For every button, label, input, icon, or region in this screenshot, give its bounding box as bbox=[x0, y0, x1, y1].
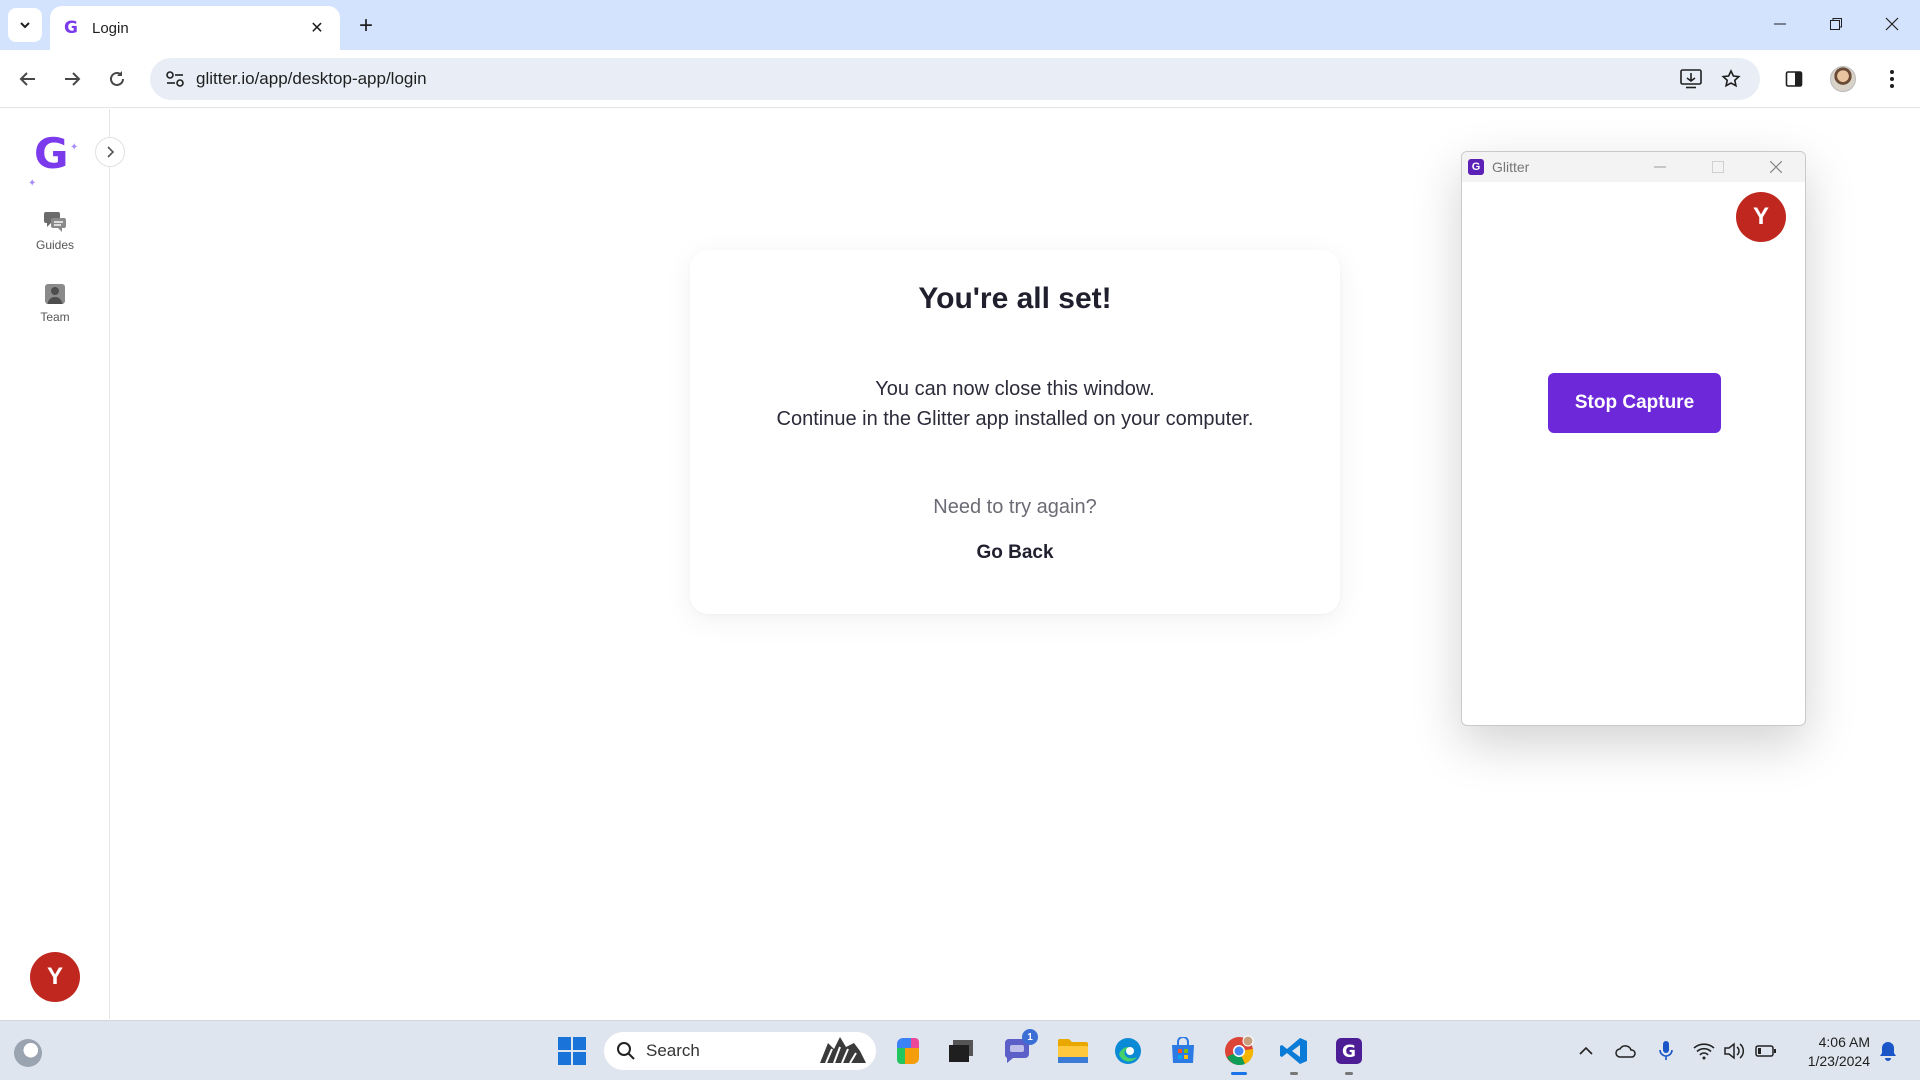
zebra-highlight-icon bbox=[820, 1037, 866, 1064]
close-icon bbox=[1885, 17, 1899, 31]
stop-capture-button[interactable]: Stop Capture bbox=[1548, 373, 1721, 433]
restore-icon bbox=[1830, 18, 1842, 30]
reload-button[interactable] bbox=[101, 63, 133, 95]
app-sidebar: G ✦ ✦ Guides Team Y bbox=[0, 109, 125, 1019]
notification-bell-icon[interactable] bbox=[1876, 1039, 1900, 1063]
tab-close-icon[interactable]: ✕ bbox=[306, 17, 328, 39]
glitter-window-title: Glitter bbox=[1492, 159, 1530, 175]
browser-tabstrip: G Login ✕ + bbox=[0, 0, 1920, 50]
file-explorer-icon[interactable] bbox=[1055, 1033, 1091, 1069]
person-icon bbox=[43, 282, 67, 306]
copilot-app-icon[interactable] bbox=[890, 1033, 926, 1069]
close-window-button[interactable] bbox=[1864, 0, 1920, 48]
browser-toolbar: glitter.io/app/desktop-app/login bbox=[0, 50, 1920, 108]
wifi-icon[interactable] bbox=[1692, 1039, 1716, 1063]
more-vertical-icon bbox=[1890, 70, 1894, 88]
glitter-app-icon: G bbox=[1468, 159, 1484, 175]
chevron-down-icon bbox=[20, 22, 30, 29]
glitter-taskbar-icon[interactable]: G bbox=[1331, 1033, 1367, 1075]
show-hidden-icons-chevron-up-icon[interactable] bbox=[1574, 1039, 1598, 1063]
chat-notification-badge: 1 bbox=[1022, 1029, 1038, 1045]
browser-tab-active[interactable]: G Login ✕ bbox=[50, 6, 340, 50]
install-app-icon[interactable] bbox=[1676, 64, 1706, 94]
side-panel-button[interactable] bbox=[1778, 63, 1810, 95]
arrow-left-icon bbox=[19, 72, 35, 86]
card-message-line-2: Continue in the Glitter app installed on… bbox=[776, 408, 1254, 430]
sidebar-item-label: Guides bbox=[35, 238, 75, 252]
restore-button[interactable] bbox=[1808, 0, 1864, 48]
task-view-icon[interactable] bbox=[943, 1033, 979, 1069]
glitter-user-avatar[interactable]: Y bbox=[1736, 192, 1786, 242]
arrow-right-icon bbox=[65, 72, 81, 86]
menu-button[interactable] bbox=[1876, 63, 1908, 95]
profile-button[interactable] bbox=[1827, 63, 1859, 95]
card-message-line-1: You can now close this window. bbox=[875, 378, 1155, 400]
chrome-browser-icon[interactable] bbox=[1221, 1033, 1257, 1075]
page-title: You're all set! bbox=[918, 282, 1112, 315]
clock-time: 4:06 AM bbox=[1818, 1034, 1870, 1050]
weather-widget-icon[interactable] bbox=[14, 1039, 42, 1067]
microsoft-store-icon[interactable] bbox=[1165, 1033, 1201, 1069]
retry-question: Need to try again? bbox=[933, 496, 1097, 518]
back-button[interactable] bbox=[12, 63, 44, 95]
system-clock[interactable]: 4:06 AM 1/23/2024 bbox=[1790, 1033, 1870, 1071]
tab-title: Login bbox=[92, 19, 129, 37]
close-icon bbox=[1770, 161, 1782, 173]
edge-browser-icon[interactable] bbox=[1110, 1033, 1146, 1069]
card-message: You can now close this window. Continue … bbox=[690, 374, 1340, 434]
sidebar-item-team[interactable]: Team bbox=[0, 282, 110, 324]
window-controls bbox=[1752, 0, 1920, 50]
search-icon bbox=[617, 1042, 635, 1060]
battery-icon[interactable] bbox=[1754, 1039, 1778, 1063]
teams-chat-icon[interactable]: 1 bbox=[999, 1029, 1038, 1069]
profile-avatar bbox=[1830, 66, 1856, 92]
side-panel-icon bbox=[1785, 71, 1803, 87]
glitter-app-window: G Glitter Y Stop Capture bbox=[1461, 151, 1806, 726]
chat-bubbles-icon bbox=[43, 210, 67, 234]
glitter-maximize-button[interactable] bbox=[1689, 152, 1747, 182]
onedrive-cloud-icon[interactable] bbox=[1614, 1039, 1638, 1063]
microphone-icon[interactable] bbox=[1654, 1039, 1678, 1063]
reload-icon bbox=[110, 71, 124, 86]
running-app-indicator bbox=[1290, 1072, 1298, 1075]
tab-search-button[interactable] bbox=[8, 8, 42, 42]
user-avatar[interactable]: Y bbox=[30, 952, 80, 1002]
taskbar-search-placeholder: Search bbox=[646, 1041, 700, 1060]
start-button[interactable] bbox=[554, 1033, 590, 1069]
taskbar-search[interactable]: Search bbox=[604, 1032, 876, 1070]
glitter-favicon-icon: G bbox=[64, 18, 78, 38]
clock-date: 1/23/2024 bbox=[1807, 1053, 1870, 1069]
minimize-icon bbox=[1654, 166, 1666, 168]
sidebar-item-label: Team bbox=[40, 310, 70, 324]
windows-logo-icon bbox=[558, 1037, 586, 1065]
vscode-icon[interactable] bbox=[1276, 1033, 1312, 1075]
active-app-indicator bbox=[1231, 1072, 1247, 1075]
windows-taskbar: Search 1 G 4:06 AM 1/23/2024 bbox=[0, 1020, 1920, 1080]
address-bar[interactable]: glitter.io/app/desktop-app/login bbox=[150, 58, 1760, 100]
sidebar-expand-button[interactable] bbox=[95, 137, 125, 167]
new-tab-button[interactable]: + bbox=[352, 12, 380, 40]
site-settings-icon[interactable] bbox=[154, 70, 196, 88]
forward-button[interactable] bbox=[56, 63, 88, 95]
glitter-close-button[interactable] bbox=[1747, 152, 1805, 182]
glitter-logo-icon[interactable]: G ✦ ✦ bbox=[28, 131, 78, 190]
chevron-right-icon bbox=[107, 146, 115, 158]
minimize-button[interactable] bbox=[1752, 0, 1808, 48]
glitter-minimize-button[interactable] bbox=[1631, 152, 1689, 182]
svg-text:G: G bbox=[1342, 1042, 1356, 1062]
maximize-icon bbox=[1712, 161, 1724, 173]
url-text: glitter.io/app/desktop-app/login bbox=[196, 69, 427, 88]
go-back-link[interactable]: Go Back bbox=[690, 542, 1340, 564]
glitter-window-titlebar[interactable]: G Glitter bbox=[1462, 152, 1805, 182]
minimize-icon bbox=[1774, 23, 1786, 25]
sidebar-item-guides[interactable]: Guides bbox=[0, 210, 110, 252]
bookmark-star-icon[interactable] bbox=[1716, 64, 1746, 94]
running-app-indicator bbox=[1345, 1072, 1353, 1075]
success-card: You're all set! You can now close this w… bbox=[690, 250, 1340, 614]
volume-icon[interactable] bbox=[1722, 1039, 1746, 1063]
